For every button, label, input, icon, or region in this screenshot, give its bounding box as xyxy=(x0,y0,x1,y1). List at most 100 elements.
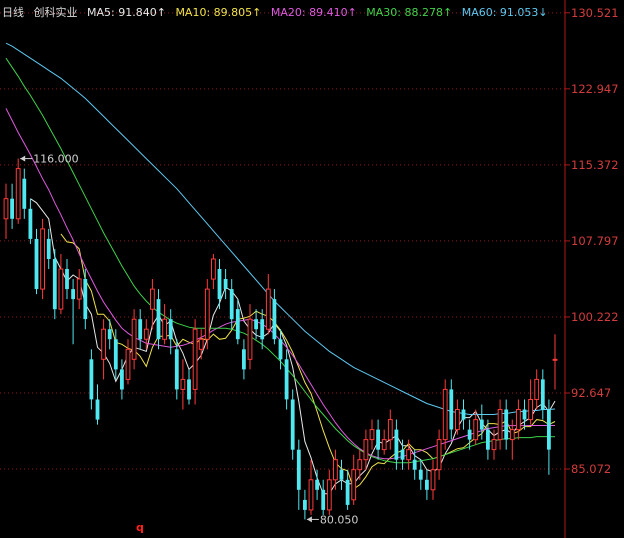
candle-body-27 xyxy=(168,319,173,340)
candle-body-12 xyxy=(76,278,82,300)
candle-body-42 xyxy=(260,319,265,340)
y-tick-label-4: 115.372 xyxy=(571,158,619,172)
candle-body-47 xyxy=(290,399,295,450)
candle-body-80 xyxy=(491,439,497,451)
candle-body-9 xyxy=(58,268,64,310)
candle-body-4 xyxy=(28,208,33,239)
candle-body-41 xyxy=(254,319,258,330)
stock-name: 创科实业 xyxy=(33,6,78,19)
candle-body-81 xyxy=(497,409,503,441)
candle-body-59 xyxy=(363,439,369,461)
candle-body-3 xyxy=(22,178,27,209)
candle-body-70 xyxy=(430,469,436,491)
candle-body-76 xyxy=(467,429,472,440)
candle-body-49 xyxy=(303,499,307,510)
candle-body-38 xyxy=(235,309,240,340)
period-label: 日线 xyxy=(2,6,24,19)
candle-body-68 xyxy=(418,469,423,480)
candle-body-31 xyxy=(192,328,198,390)
candlestick-chart: 116.000 80.050 85.072 92.647 100.222 107.797… xyxy=(0,0,619,538)
candle-body-77 xyxy=(473,419,479,441)
price-gridlines xyxy=(0,12,565,470)
candle-body-0 xyxy=(3,198,9,220)
legend-ma10: MA10: 89.805↑ xyxy=(175,6,262,19)
candle-body-74 xyxy=(455,409,460,431)
y-tick-label-2: 100.222 xyxy=(571,310,619,324)
legend-ma30: MA30: 88.278↑ xyxy=(366,6,453,19)
candle-body-63 xyxy=(387,419,393,441)
annotation-label-1: 80.050 xyxy=(320,513,359,526)
candle-body-61 xyxy=(376,429,380,450)
high-low-annotations: 116.000 80.050 xyxy=(20,153,359,526)
candle-body-30 xyxy=(187,379,191,400)
candle-body-23 xyxy=(143,328,149,340)
candle-body-5 xyxy=(34,238,39,290)
candle-body-46 xyxy=(284,359,289,400)
candle-body-24 xyxy=(150,288,155,310)
candle-body-57 xyxy=(351,469,357,501)
y-tick-label-0: 85.072 xyxy=(571,462,611,476)
y-tick-label-3: 107.797 xyxy=(571,234,619,248)
candle-body-17 xyxy=(107,329,112,340)
y-tick-label-1: 92.647 xyxy=(571,386,611,400)
legend-ma20: MA20: 89.410↑ xyxy=(270,6,357,19)
y-tick-label-6: 130.521 xyxy=(571,6,619,20)
candle-body-11 xyxy=(71,289,75,300)
candle-body-25 xyxy=(156,299,161,340)
candle-body-15 xyxy=(95,399,100,420)
candles xyxy=(3,158,558,520)
candle-body-87 xyxy=(534,378,540,400)
candle-body-21 xyxy=(131,318,137,360)
candle-body-85 xyxy=(522,409,527,420)
candle-body-29 xyxy=(180,378,186,390)
candle-body-86 xyxy=(528,399,534,421)
candle-body-36 xyxy=(223,279,228,289)
candle-body-32 xyxy=(198,338,204,350)
candle-body-56 xyxy=(345,479,350,505)
candle-body-58 xyxy=(357,459,363,471)
candle-body-83 xyxy=(509,429,515,441)
legend-ma60: MA60: 91.053↓ xyxy=(461,6,548,19)
candle-body-90 xyxy=(552,358,558,361)
candle-body-20 xyxy=(125,348,131,380)
candle-body-26 xyxy=(162,318,167,340)
candle-body-55 xyxy=(339,469,344,480)
candle-body-51 xyxy=(315,479,319,490)
candle-body-82 xyxy=(504,409,509,440)
candle-body-53 xyxy=(326,479,332,511)
candle-body-67 xyxy=(412,459,417,470)
candle-body-64 xyxy=(394,429,399,460)
candle-body-73 xyxy=(449,389,454,430)
candle-body-88 xyxy=(540,379,545,410)
price-axis-ticks: 85.072 92.647 100.222 107.797 115.372 122.947… xyxy=(565,6,619,476)
candle-body-79 xyxy=(486,429,490,450)
annotation-label-0: 116.000 xyxy=(33,153,78,166)
candle-body-84 xyxy=(516,409,521,431)
candle-body-65 xyxy=(400,449,405,460)
candle-body-16 xyxy=(101,328,106,360)
candle-body-33 xyxy=(204,288,210,340)
candle-body-72 xyxy=(442,388,448,441)
candle-body-22 xyxy=(138,319,143,340)
candle-body-78 xyxy=(479,419,484,430)
candle-body-40 xyxy=(247,318,253,360)
candle-body-50 xyxy=(308,479,314,511)
candle-body-14 xyxy=(89,359,94,400)
candle-body-18 xyxy=(113,339,118,370)
candle-body-45 xyxy=(278,339,283,360)
candle-body-52 xyxy=(321,489,326,510)
candle-body-8 xyxy=(52,259,57,310)
chart-legend: 日线 创科实业 MA5: 91.840↑ MA10: 89.805↑ MA20:… xyxy=(2,4,554,20)
candle-body-19 xyxy=(120,369,124,390)
candle-body-13 xyxy=(83,279,88,320)
candle-body-34 xyxy=(211,258,216,280)
event-marker: q xyxy=(136,521,144,534)
candle-body-10 xyxy=(65,269,69,290)
candle-body-44 xyxy=(272,299,277,340)
candle-body-43 xyxy=(265,288,271,330)
candle-body-48 xyxy=(296,449,301,490)
candle-body-28 xyxy=(174,349,179,390)
candle-body-2 xyxy=(15,168,21,220)
annotation-arrow-1 xyxy=(306,516,312,523)
candle-body-62 xyxy=(381,439,387,451)
